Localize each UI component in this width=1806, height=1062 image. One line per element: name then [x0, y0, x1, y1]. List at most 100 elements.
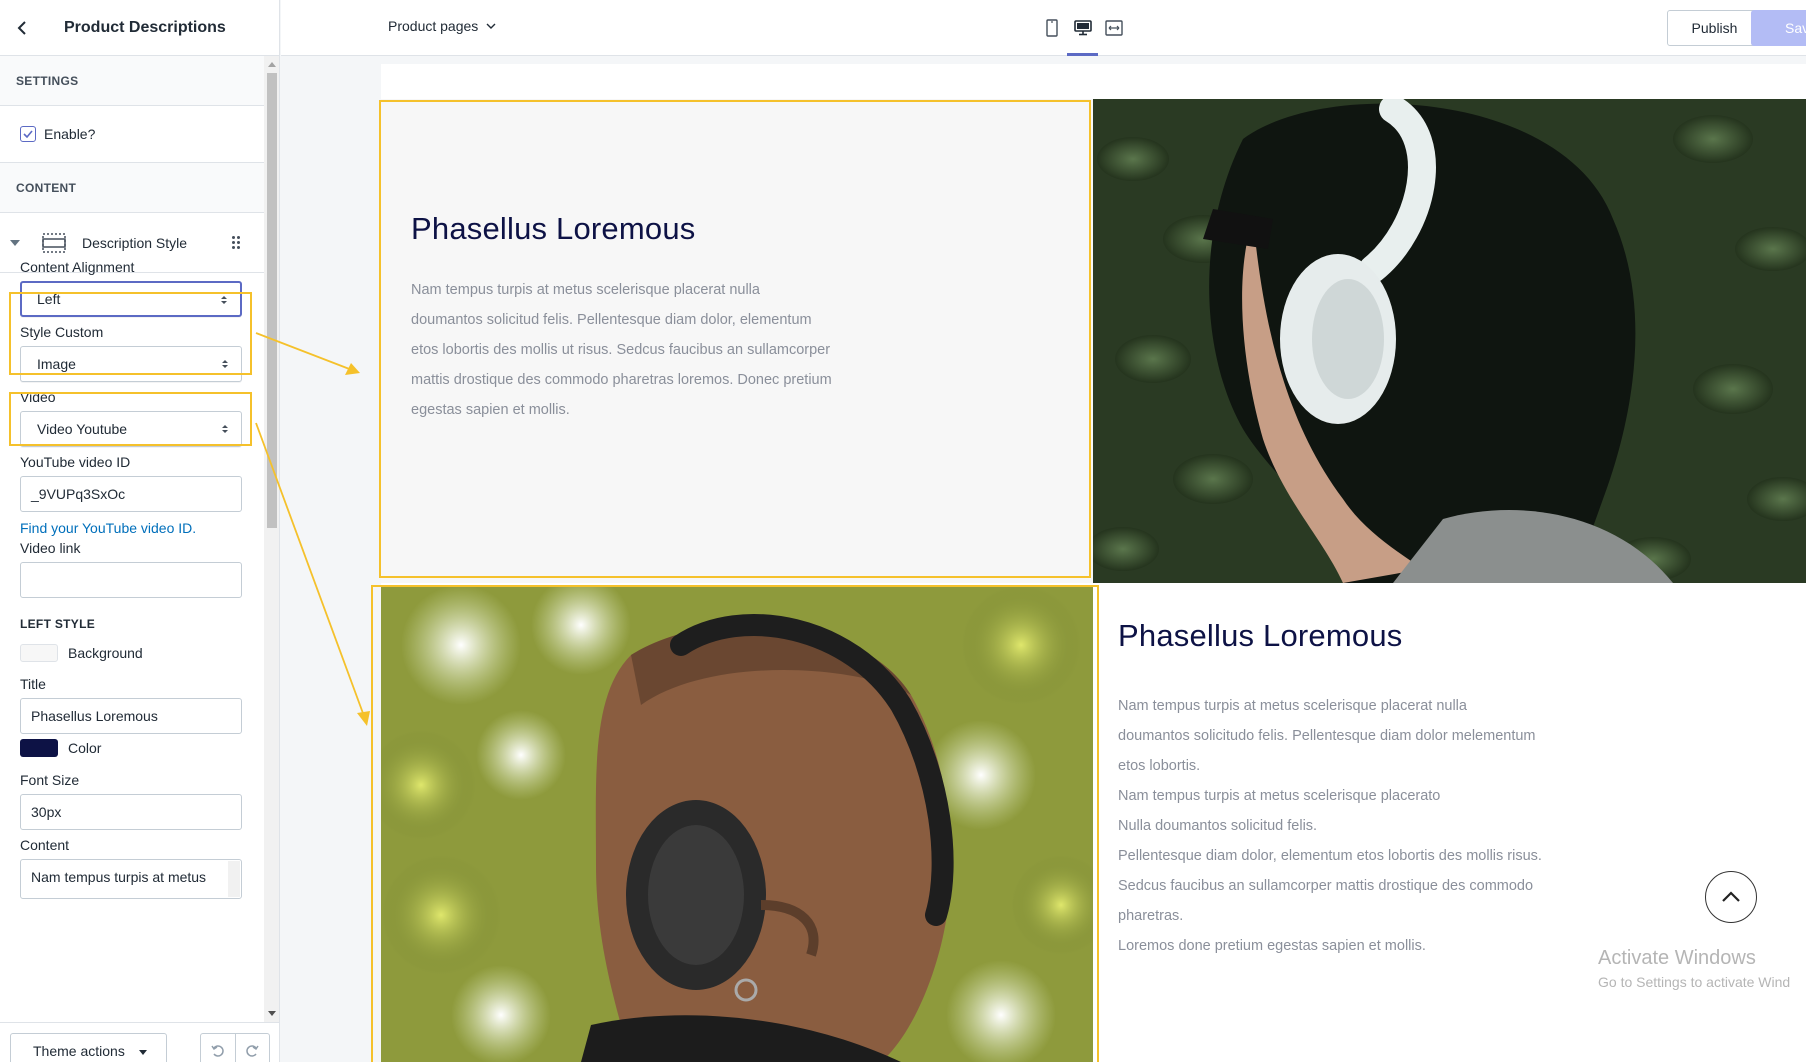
- content-section-head: CONTENT: [0, 163, 264, 213]
- sidebar-title: Product Descriptions: [64, 18, 226, 36]
- background-swatch[interactable]: [20, 644, 58, 662]
- block2-line: Nulla doumantos solicitud felis.: [1118, 818, 1318, 834]
- headphones-man-image: [381, 585, 1093, 1062]
- block2-line: Loremos done pretium egestas sapien et m…: [1118, 938, 1426, 954]
- block2-line: Pellentesque diam dolor, elementum etos …: [1118, 848, 1542, 864]
- alignment-highlight: [9, 292, 252, 375]
- background-color-row[interactable]: Background: [20, 644, 242, 662]
- block2-line: etos lobortis.: [1118, 758, 1201, 774]
- desktop-icon: [1073, 20, 1092, 36]
- text-cell-1: Phasellus Loremous Nam tempus turpis at …: [381, 99, 1093, 583]
- youtube-id-value: _9VUPq3SxOc: [31, 486, 126, 502]
- content-label: Content: [20, 837, 70, 853]
- fullscreen-icon: [1104, 20, 1123, 36]
- page-type-select[interactable]: Product pages: [388, 18, 496, 34]
- color-label: Color: [68, 740, 102, 756]
- content-field: Content Nam tempus turpis at metus: [20, 835, 242, 899]
- block2-body: Nam tempus turpis at metus scelerisque p…: [1118, 691, 1578, 961]
- back-button[interactable]: [2, 0, 42, 56]
- enable-row[interactable]: Enable?: [0, 106, 264, 163]
- title-input[interactable]: Phasellus Loremous: [20, 698, 242, 734]
- caret-down-icon[interactable]: [10, 239, 20, 246]
- scroll-to-top-button[interactable]: [1705, 871, 1757, 923]
- chevron-down-icon: [486, 23, 496, 29]
- arrow-head-icon: [345, 363, 360, 375]
- content-alignment-label: Content Alignment: [20, 259, 135, 275]
- title-label: Title: [20, 676, 46, 692]
- font-size-label: Font Size: [20, 772, 80, 788]
- description-row-2: Phasellus Loremous Nam tempus turpis at …: [381, 585, 1806, 1062]
- sidebar: Product Descriptions SETTINGS Enable? CO…: [0, 0, 280, 1062]
- block1-line: etos lobortis des mollis ut risus. Sedcu…: [411, 342, 831, 358]
- video-link-input[interactable]: [20, 562, 242, 598]
- theme-actions-button[interactable]: Theme actions: [10, 1033, 167, 1062]
- arrow-head-icon: [357, 711, 370, 726]
- left-style-head: LEFT STYLE: [20, 617, 242, 631]
- video-link-label: Video link: [20, 540, 81, 556]
- block1-line: egestas sapien et mollis.: [411, 402, 570, 418]
- textarea-scrollbar[interactable]: [228, 861, 240, 897]
- scroll-up-arrow-icon[interactable]: [268, 62, 276, 67]
- save-button[interactable]: Save: [1751, 10, 1806, 46]
- desktop-view-button[interactable]: [1067, 0, 1098, 56]
- youtube-id-field: YouTube video ID _9VUPq3SxOc Find your Y…: [20, 452, 242, 536]
- video-link-field: Video link: [20, 538, 242, 598]
- drag-handle-icon[interactable]: [232, 236, 240, 249]
- left-style-heading: LEFT STYLE: [20, 617, 95, 631]
- font-size-input[interactable]: 30px: [20, 794, 242, 830]
- block2-title: Phasellus Loremous: [1118, 618, 1403, 653]
- title-value: Phasellus Loremous: [31, 708, 158, 724]
- scrollbar-thumb[interactable]: [267, 73, 277, 528]
- background-field: Background: [20, 644, 242, 662]
- undo-redo-group: [200, 1033, 270, 1062]
- block-label: Description Style: [82, 234, 188, 251]
- youtube-id-label: YouTube video ID: [20, 454, 131, 470]
- content-textarea[interactable]: Nam tempus turpis at metus: [20, 859, 242, 899]
- sidebar-scrollbar[interactable]: [264, 56, 279, 1022]
- block2-line: doumantos solicitudo felis. Pellentesque…: [1118, 728, 1536, 744]
- sidebar-scroll-area[interactable]: SETTINGS Enable? CONTENT Description Sty…: [0, 56, 264, 1022]
- description-row-1: Phasellus Loremous Nam tempus turpis at …: [381, 99, 1806, 583]
- title-field: Title Phasellus Loremous: [20, 674, 242, 734]
- theme-actions-label: Theme actions: [33, 1043, 125, 1059]
- headphones-woman-image: [1093, 99, 1806, 583]
- redo-button[interactable]: [236, 1034, 270, 1062]
- text-cell-2: Phasellus Loremous Nam tempus turpis at …: [1093, 585, 1806, 1062]
- photo-woman-headphones: [1093, 99, 1806, 583]
- block-layout-icon: [42, 232, 66, 253]
- fullscreen-view-button[interactable]: [1098, 0, 1129, 56]
- block1-body: Nam tempus turpis at metus scelerisque p…: [411, 275, 891, 425]
- undo-button[interactable]: [201, 1034, 236, 1062]
- photo-man-headphones: [381, 585, 1093, 1062]
- watermark-line-1: Activate Windows: [1598, 947, 1756, 969]
- youtube-id-input[interactable]: _9VUPq3SxOc: [20, 476, 242, 512]
- sidebar-footer: Theme actions: [0, 1022, 279, 1062]
- block1-line: mattis drostique des commodo pharetras l…: [411, 372, 832, 388]
- caret-down-icon: [138, 1050, 147, 1055]
- chevron-left-icon: [17, 20, 26, 35]
- topbar: Product pages Publish Save: [281, 0, 1806, 56]
- publish-button[interactable]: Publish: [1667, 10, 1762, 46]
- color-swatch[interactable]: [20, 739, 58, 757]
- device-toggle-group: [1036, 0, 1129, 56]
- enable-checkbox[interactable]: [20, 126, 36, 142]
- font-size-value: 30px: [31, 804, 62, 820]
- mobile-view-button[interactable]: [1036, 0, 1067, 56]
- block1-line: Nam tempus turpis at metus scelerisque p…: [411, 282, 760, 298]
- watermark-line-2: Go to Settings to activate Wind: [1598, 974, 1791, 990]
- checkmark-icon: [23, 130, 33, 138]
- background-label: Background: [68, 645, 143, 661]
- mobile-icon: [1045, 19, 1058, 37]
- title-color-row[interactable]: Color: [20, 739, 242, 757]
- content-value: Nam tempus turpis at metus: [31, 869, 207, 885]
- enable-label: Enable?: [44, 126, 96, 142]
- storefront-preview: Phasellus Loremous Nam tempus turpis at …: [381, 64, 1806, 1062]
- scroll-down-arrow-icon[interactable]: [268, 1011, 276, 1016]
- chevron-up-icon: [1722, 891, 1740, 902]
- activate-windows-watermark: Activate Windows Go to Settings to activ…: [1598, 947, 1790, 990]
- sidebar-header: Product Descriptions: [0, 0, 279, 56]
- style-custom-highlight: [9, 392, 252, 446]
- undo-icon: [211, 1045, 224, 1057]
- block1-line: doumantos solicitud felis. Pellentesque …: [411, 312, 812, 328]
- youtube-help-link[interactable]: Find your YouTube video ID.: [20, 520, 242, 536]
